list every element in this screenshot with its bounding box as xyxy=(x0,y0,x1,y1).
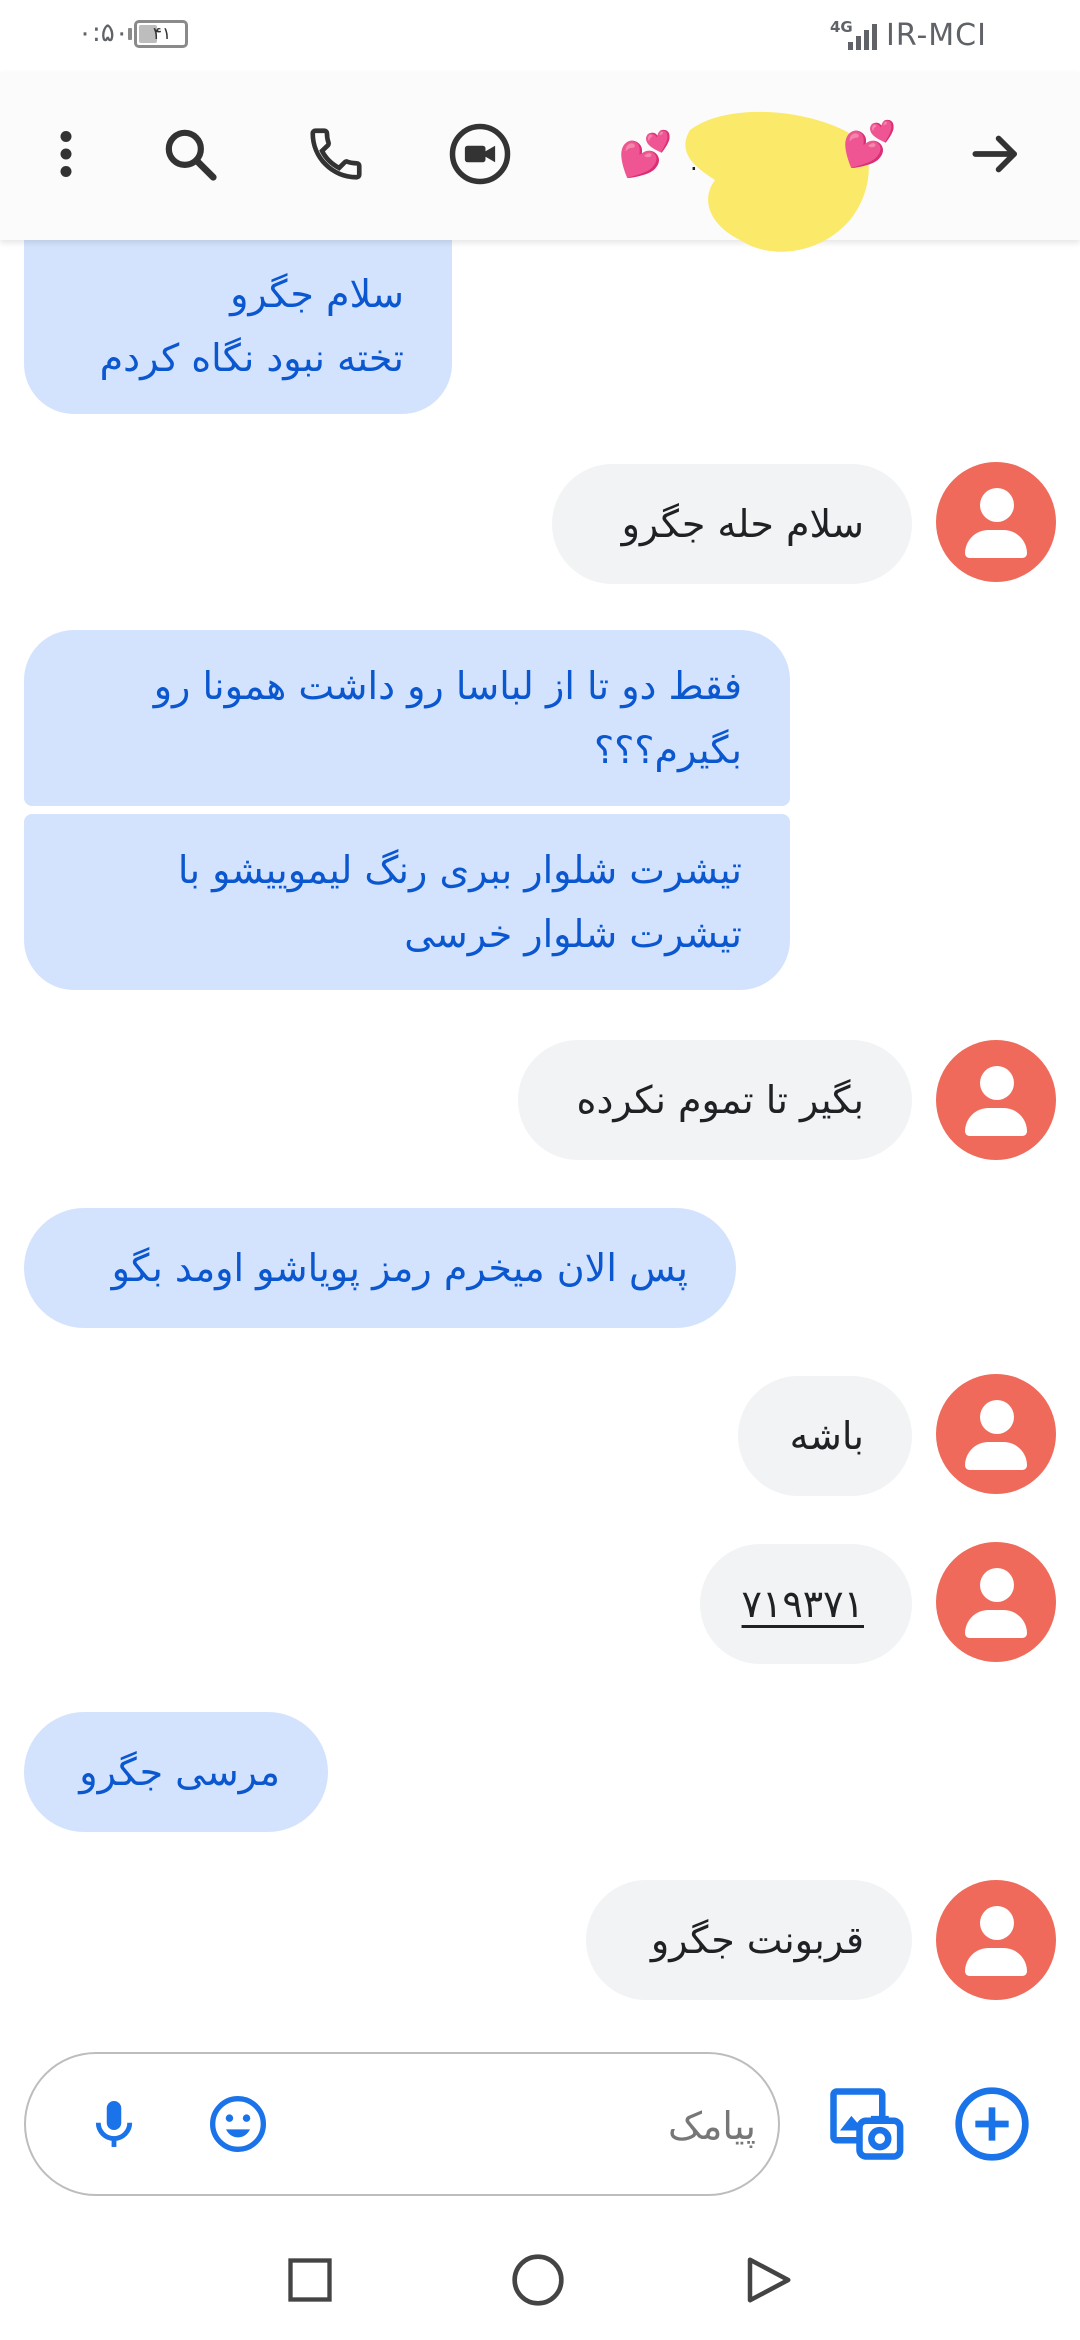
back-icon[interactable] xyxy=(738,2250,798,2310)
avatar[interactable] xyxy=(936,1542,1056,1662)
contact-hearts-left: 💕 xyxy=(618,129,673,180)
avatar[interactable] xyxy=(936,1880,1056,2000)
contact-hearts-right: 💕 xyxy=(842,119,897,170)
carrier-name: IR-MCI xyxy=(886,18,987,53)
incoming-message[interactable]: تیشرت شلوار ببری رنگ لیموییشو با تیشرت ش… xyxy=(24,814,790,990)
message-line: پس الان میخرم رمز پویاشو اومد بگو xyxy=(111,1246,688,1290)
contact-name[interactable]: . xyxy=(690,148,698,176)
message-code-link[interactable]: ۷۱۹۳۷۱ xyxy=(742,1572,864,1636)
add-icon[interactable] xyxy=(952,2084,1032,2164)
message-text: بگیر تا تموم نکرده xyxy=(576,1078,864,1122)
avatar[interactable] xyxy=(936,462,1056,582)
incoming-message[interactable]: سلام جگرو تخته نبود نگاه کردم xyxy=(24,240,452,414)
battery-cap xyxy=(128,28,132,40)
outgoing-message[interactable]: بگیر تا تموم نکرده xyxy=(518,1040,912,1160)
status-time: ۰:۵۰ xyxy=(78,18,129,48)
gallery-icon[interactable] xyxy=(826,2084,906,2164)
message-line: فقط دو تا از لباسا رو داشت همونا رو xyxy=(153,664,742,708)
system-nav-bar xyxy=(0,2220,1080,2340)
message-text: قربونت جگرو xyxy=(650,1918,864,1962)
outgoing-message[interactable]: باشه xyxy=(738,1376,912,1496)
video-call-icon[interactable] xyxy=(442,116,518,192)
message-text: سلام حله جگرو xyxy=(621,502,864,546)
mic-icon[interactable] xyxy=(74,2084,154,2164)
search-icon[interactable] xyxy=(152,116,228,192)
incoming-message[interactable]: مرسی جگرو xyxy=(24,1712,328,1832)
message-line: تیشرت شلوار خرسی xyxy=(404,912,742,956)
more-vert-icon[interactable] xyxy=(28,116,104,192)
conversation-thread[interactable]: سلام جگرو تخته نبود نگاه کردم سلام حله ج… xyxy=(0,240,1080,2040)
message-text: باشه xyxy=(789,1414,864,1458)
home-icon[interactable] xyxy=(508,2250,568,2310)
arrow-forward-icon[interactable] xyxy=(958,116,1034,192)
avatar[interactable] xyxy=(936,1374,1056,1494)
signal-icon xyxy=(848,24,877,50)
message-line: مرسی جگرو xyxy=(79,1750,280,1794)
outgoing-message[interactable]: سلام حله جگرو xyxy=(552,464,912,584)
incoming-message[interactable]: پس الان میخرم رمز پویاشو اومد بگو xyxy=(24,1208,736,1328)
message-line: تیشرت شلوار ببری رنگ لیموییشو با xyxy=(177,848,742,892)
outgoing-message[interactable]: ۷۱۹۳۷۱ xyxy=(700,1544,912,1664)
compose-box[interactable] xyxy=(24,2052,780,2196)
message-line: بگیرم؟؟؟ xyxy=(593,728,742,772)
recents-icon[interactable] xyxy=(280,2250,340,2310)
battery-level: ۴۱ xyxy=(152,24,172,44)
phone-icon[interactable] xyxy=(298,116,374,192)
message-input[interactable] xyxy=(256,2094,756,2158)
status-bar: ۰:۵۰ ۴۱ 4G IR-MCI xyxy=(0,0,1080,72)
avatar[interactable] xyxy=(936,1040,1056,1160)
outgoing-message[interactable]: قربونت جگرو xyxy=(586,1880,912,2000)
message-line: تخته نبود نگاه کردم xyxy=(99,336,404,380)
incoming-message[interactable]: فقط دو تا از لباسا رو داشت همونا رو بگیر… xyxy=(24,630,790,806)
message-line: سلام جگرو xyxy=(230,272,404,316)
